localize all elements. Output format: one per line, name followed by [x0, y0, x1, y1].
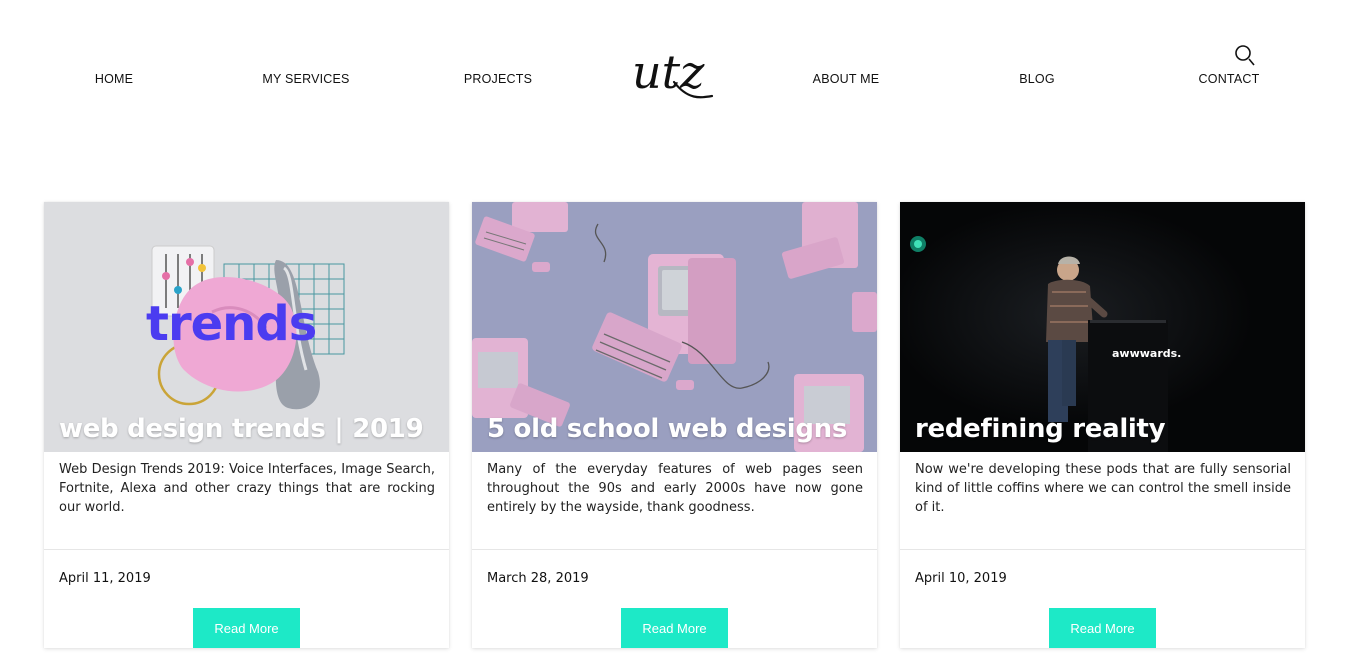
post-title[interactable]: web design trends | 2019: [59, 414, 424, 444]
read-more-button[interactable]: Read More: [193, 608, 300, 648]
nav-my-services[interactable]: MY SERVICES: [262, 72, 349, 86]
post-excerpt: Now we're developing these pods that are…: [915, 462, 1291, 515]
post-excerpt: Many of the everyday features of web pag…: [487, 462, 863, 515]
card-divider: [472, 549, 877, 550]
main-navigation: HOME MY SERVICES PROJECTS utz ABOUT ME B…: [0, 0, 1349, 150]
trends-graphic-text: trends: [146, 296, 316, 352]
site-logo[interactable]: utz: [628, 38, 718, 112]
podium-logo-text: awwwards.: [1112, 347, 1181, 360]
post-card: trends web design trends | 2019 Web Desi…: [44, 202, 449, 648]
logo-text: utz: [632, 45, 705, 99]
post-date: March 28, 2019: [487, 571, 589, 586]
post-image-retro-computers[interactable]: 5 old school web designs: [472, 202, 877, 452]
post-image-speaker-stage[interactable]: awwwards. redefining reality: [900, 202, 1305, 452]
post-card: 5 old school web designs Many of the eve…: [472, 202, 877, 648]
post-image-trends[interactable]: trends web design trends | 2019: [44, 202, 449, 452]
search-icon[interactable]: [1234, 44, 1258, 70]
post-excerpt: Web Design Trends 2019: Voice Interfaces…: [59, 462, 435, 515]
post-date: April 10, 2019: [915, 571, 1007, 586]
nav-about-me[interactable]: ABOUT ME: [813, 72, 880, 86]
card-divider: [900, 549, 1305, 550]
post-card: awwwards. redefining reality Now we're d…: [900, 202, 1305, 648]
nav-blog[interactable]: BLOG: [1019, 72, 1055, 86]
read-more-button[interactable]: Read More: [621, 608, 728, 648]
post-date: April 11, 2019: [59, 571, 151, 586]
nav-contact[interactable]: CONTACT: [1199, 72, 1260, 86]
read-more-button[interactable]: Read More: [1049, 608, 1156, 648]
card-divider: [44, 549, 449, 550]
post-title[interactable]: 5 old school web designs: [487, 414, 847, 444]
nav-projects[interactable]: PROJECTS: [464, 72, 532, 86]
post-title[interactable]: redefining reality: [915, 414, 1166, 444]
nav-home[interactable]: HOME: [95, 72, 133, 86]
